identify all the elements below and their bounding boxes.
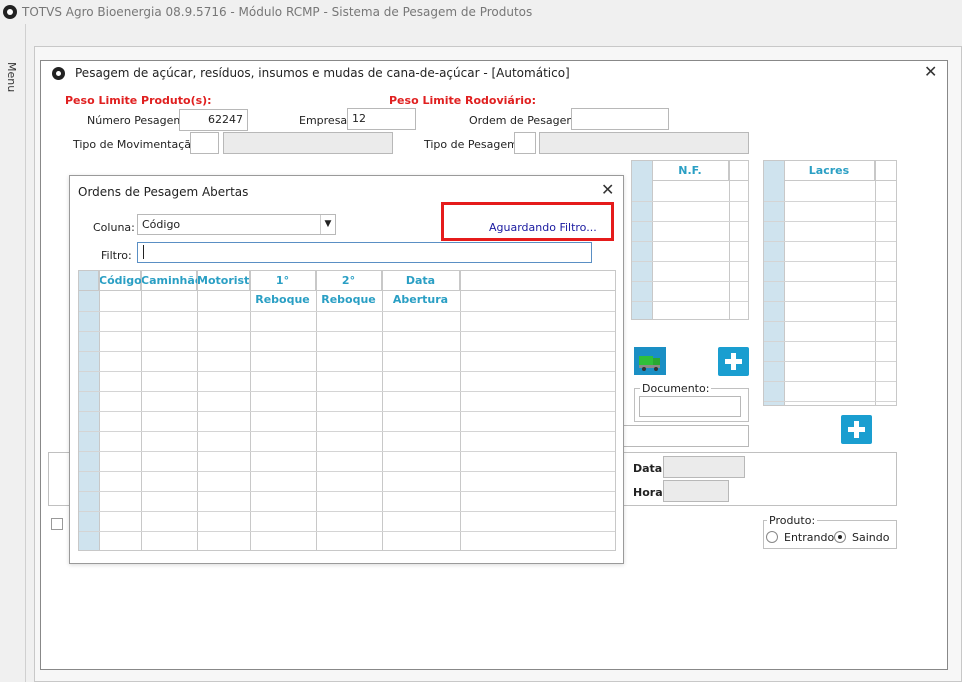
chevron-down-icon[interactable]: ▼ <box>320 215 335 234</box>
app-logo-icon <box>3 5 17 19</box>
lacres-header-extra <box>875 161 896 181</box>
extra-field[interactable] <box>620 425 749 447</box>
produto-label: Produto: <box>767 514 818 527</box>
tipo-movimentacao-desc-field <box>223 132 393 154</box>
coluna-select-value: Código <box>142 218 181 231</box>
window-close-icon[interactable]: ✕ <box>924 62 937 81</box>
col-caminhao[interactable]: Caminhão <box>141 271 202 291</box>
ordem-pesagem-field[interactable] <box>571 108 669 130</box>
saindo-radio[interactable] <box>834 531 846 543</box>
col-filler <box>460 271 615 291</box>
nf-header[interactable]: N.F. <box>652 161 729 181</box>
col-motorista[interactable]: Motorista <box>197 271 257 291</box>
numero-pesagem-label: Número Pesagem: <box>87 114 188 127</box>
coluna-label: Coluna: <box>93 221 135 234</box>
documento-label: Documento: <box>640 382 712 395</box>
lacres-grid[interactable]: Lacres <box>763 160 897 406</box>
dialog-title: Ordens de Pesagem Abertas <box>78 185 249 199</box>
lacres-header[interactable]: Lacres <box>784 161 875 181</box>
coluna-select[interactable]: Código <box>137 214 336 235</box>
tipo-movimentacao-label: Tipo de Movimentação: <box>73 138 202 151</box>
dialog-close-icon[interactable]: ✕ <box>601 180 614 199</box>
lacres-row-selector[interactable] <box>764 161 784 405</box>
add-lacre-button[interactable] <box>841 415 872 444</box>
ordens-corner <box>79 271 99 291</box>
hora-field <box>663 480 729 502</box>
col-1-reboque[interactable]: 1° Reboque <box>250 271 316 306</box>
status-text: Aguardando Filtro... <box>489 221 597 234</box>
tipo-pesagem-desc-field <box>539 132 749 154</box>
entrando-radio[interactable] <box>766 531 778 543</box>
tipo-pesagem-label: Tipo de Pesagem: <box>424 138 522 151</box>
col-data-abertura[interactable]: Data Abertura <box>382 271 460 306</box>
peso-limite-rodoviario-label: Peso Limite Rodoviário: <box>389 94 536 107</box>
data-field <box>663 456 745 478</box>
empresa-field[interactable]: 12 <box>347 108 416 130</box>
nf-grid[interactable]: N.F. <box>631 160 749 320</box>
option-checkbox[interactable] <box>51 518 63 530</box>
peso-limite-produto-label: Peso Limite Produto(s): <box>65 94 212 107</box>
empresa-label: Empresa: <box>299 114 351 127</box>
window-title: Pesagem de açúcar, resíduos, insumos e m… <box>75 66 570 80</box>
filtro-input[interactable] <box>137 242 592 263</box>
documento-field[interactable] <box>639 396 741 417</box>
app-title: TOTVS Agro Bioenergia 08.9.5716 - Módulo… <box>22 5 533 19</box>
tipo-pesagem-code-field[interactable] <box>514 132 536 154</box>
menu-sidebar[interactable] <box>0 24 26 682</box>
hora-label: Hora: <box>633 486 668 499</box>
menu-label[interactable]: Menu <box>5 62 18 92</box>
add-nf-button[interactable] <box>718 347 749 376</box>
data-label: Data: <box>633 462 667 475</box>
saindo-label: Saindo <box>852 531 890 544</box>
entrando-label: Entrando <box>784 531 835 544</box>
col-2-reboque[interactable]: 2° Reboque <box>316 271 382 306</box>
ordens-grid[interactable]: Código Caminhão Motorista 1° Reboque 2° … <box>78 270 616 551</box>
tipo-movimentacao-code-field[interactable] <box>190 132 219 154</box>
text-cursor <box>143 245 144 259</box>
filtro-label: Filtro: <box>101 249 132 262</box>
truck-icon[interactable] <box>634 347 666 375</box>
window-logo-icon <box>52 67 65 80</box>
ordem-pesagem-label: Ordem de Pesagem: <box>469 114 581 127</box>
nf-header-extra <box>729 161 748 181</box>
col-codigo[interactable]: Código <box>99 271 142 291</box>
numero-pesagem-field[interactable]: 62247 <box>179 109 248 131</box>
